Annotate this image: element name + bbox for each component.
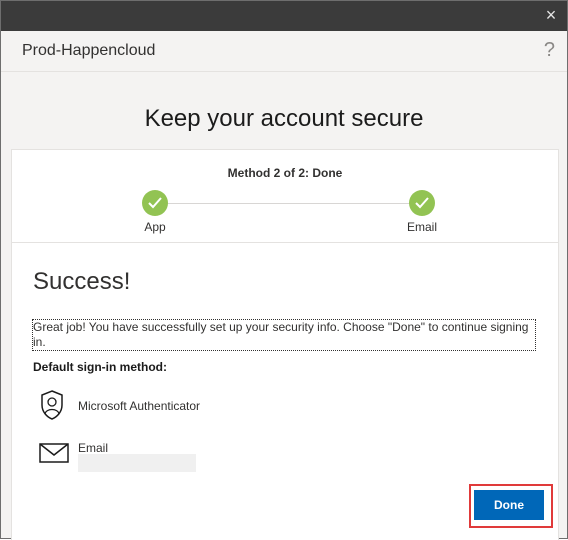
success-heading: Success! <box>33 268 131 295</box>
default-method-label: Default sign-in method: <box>33 360 167 374</box>
help-icon[interactable]: ? <box>544 39 555 62</box>
close-icon[interactable]: × <box>543 6 559 24</box>
page-title: Keep your account secure <box>144 105 424 132</box>
method-authenticator: Microsoft Authenticator <box>78 399 201 413</box>
setup-card: Method 2 of 2: Done App Email Success! G… <box>11 149 559 540</box>
authenticator-icon <box>40 390 64 425</box>
divider <box>12 242 558 243</box>
progress-line <box>167 203 413 204</box>
mail-icon <box>39 443 69 468</box>
org-name: Prod-Happencloud <box>22 42 156 59</box>
done-button[interactable]: Done <box>474 490 544 520</box>
step-email: Email <box>392 190 452 234</box>
dialog-window: × Prod-Happencloud ? Keep your account s… <box>0 0 568 540</box>
method-email: Email <box>78 441 109 455</box>
check-icon <box>409 190 435 216</box>
org-header: Prod-Happencloud ? <box>1 31 567 72</box>
email-address-redacted <box>78 454 196 472</box>
step-app: App <box>125 190 185 234</box>
method-progress-text: Method 2 of 2: Done <box>227 166 343 180</box>
step-label-app: App <box>144 220 166 234</box>
title-bar: × <box>1 1 567 31</box>
step-label-email: Email <box>406 220 437 234</box>
check-icon <box>142 190 168 216</box>
success-message: Great job! You have successfully set up … <box>32 319 536 351</box>
